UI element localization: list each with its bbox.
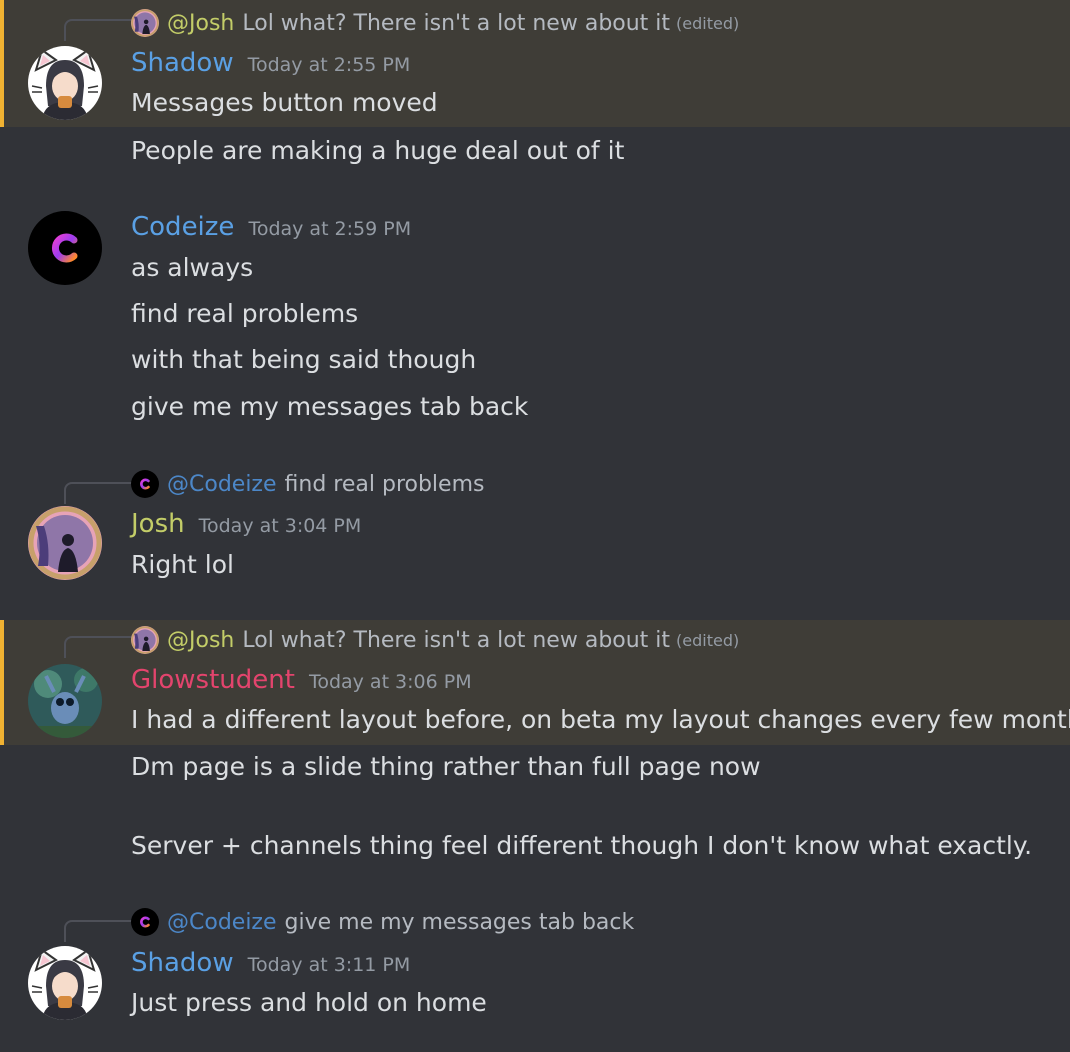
codeize-avatar[interactable] <box>28 211 102 285</box>
timestamp: Today at 2:55 PM <box>247 54 411 76</box>
message-text: with that being said though <box>131 345 477 374</box>
edited-tag: (edited) <box>676 13 740 33</box>
timestamp: Today at 2:59 PM <box>248 218 412 240</box>
glowstudent-avatar[interactable] <box>28 664 102 738</box>
reply-mention[interactable]: @Josh <box>167 11 234 36</box>
reply-spine <box>64 636 132 658</box>
username[interactable]: Josh <box>131 509 185 539</box>
reply-preview[interactable]: @Josh Lol what? There isn't a lot new ab… <box>131 8 739 38</box>
message-text: Messages button moved <box>131 88 438 117</box>
message-text: People are making a huge deal out of it <box>131 136 625 165</box>
reply-spine <box>64 19 132 41</box>
timestamp: Today at 3:06 PM <box>308 671 472 693</box>
message-text: as always <box>131 253 254 282</box>
timestamp: Today at 3:04 PM <box>198 515 362 537</box>
reply-mention[interactable]: @Codeize <box>167 910 277 935</box>
reply-preview[interactable]: @Codeize give me my messages tab back <box>131 907 634 937</box>
message-text: I had a different layout before, on beta… <box>131 705 1070 734</box>
timestamp: Today at 3:11 PM <box>247 954 411 976</box>
shadow-avatar[interactable] <box>28 46 102 120</box>
username[interactable]: Shadow <box>131 948 234 978</box>
username[interactable]: Codeize <box>131 212 234 242</box>
message-glowstudent[interactable]: @Josh Lol what? There isn't a lot new ab… <box>0 620 1070 745</box>
shadow-avatar[interactable] <box>28 946 102 1020</box>
reply-preview[interactable]: @Codeize find real problems <box>131 469 484 499</box>
reply-text: Lol what? There isn't a lot new about it <box>242 627 671 653</box>
codeize-mini-avatar <box>131 470 159 498</box>
message-text: Server + channels thing feel different t… <box>131 831 1033 860</box>
reply-text: give me my messages tab back <box>284 909 635 935</box>
reply-preview[interactable]: @Josh Lol what? There isn't a lot new ab… <box>131 625 739 655</box>
reply-text: find real problems <box>284 471 485 497</box>
username[interactable]: Glowstudent <box>131 665 295 695</box>
message-text: Right lol <box>131 550 234 579</box>
reply-mention[interactable]: @Codeize <box>167 472 277 497</box>
josh-avatar[interactable] <box>28 506 102 580</box>
message-text: Dm page is a slide thing rather than ful… <box>131 752 761 781</box>
josh-mini-avatar <box>131 9 159 37</box>
edited-tag: (edited) <box>676 630 740 650</box>
codeize-mini-avatar <box>131 908 159 936</box>
reply-mention[interactable]: @Josh <box>167 628 234 653</box>
message-shadow-1[interactable]: @Josh Lol what? There isn't a lot new ab… <box>0 0 1070 127</box>
username[interactable]: Shadow <box>131 48 234 78</box>
reply-spine <box>64 920 132 942</box>
reply-spine <box>64 482 132 504</box>
message-text: find real problems <box>131 299 359 328</box>
josh-mini-avatar <box>131 626 159 654</box>
message-text: Just press and hold on home <box>131 988 487 1017</box>
reply-text: Lol what? There isn't a lot new about it <box>242 10 671 36</box>
message-text: give me my messages tab back <box>131 392 529 421</box>
